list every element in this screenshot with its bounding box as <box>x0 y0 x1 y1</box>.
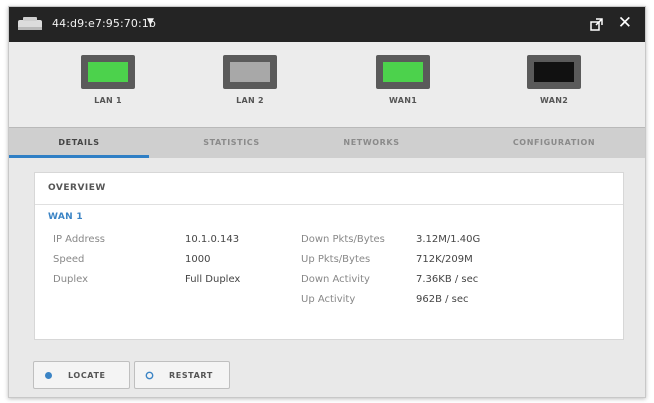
wan1-section-title: WAN 1 <box>48 212 83 222</box>
up-activity-label: Up Activity <box>301 294 356 305</box>
tab-details[interactable]: DETAILS <box>9 128 149 158</box>
duplex-label: Duplex <box>53 274 89 285</box>
port-status-panel: LAN 1 LAN 2 WAN1 WAN2 <box>9 42 645 127</box>
down-activity-value: 7.36KB / sec <box>416 274 479 285</box>
tab-configuration[interactable]: CONFIGURATION <box>479 128 629 158</box>
titlebar: 44:d9:e7:95:70:1b ▼ ✕ <box>9 7 645 42</box>
port-wan2-indicator <box>527 55 581 89</box>
port-lan2-indicator <box>223 55 277 89</box>
port-led <box>230 62 270 82</box>
close-icon[interactable]: ✕ <box>618 15 632 32</box>
speed-label: Speed <box>53 254 85 265</box>
port-lan1-indicator <box>81 55 135 89</box>
port-wan2[interactable]: WAN2 <box>499 55 609 105</box>
speed-value: 1000 <box>185 254 211 265</box>
overview-heading: OVERVIEW <box>35 173 623 205</box>
port-lan2[interactable]: LAN 2 <box>195 55 305 105</box>
ip-address-label: IP Address <box>53 234 105 245</box>
restart-button-label: RESTART <box>169 371 213 380</box>
down-pkts-bytes-label: Down Pkts/Bytes <box>301 234 385 245</box>
device-properties-window: 44:d9:e7:95:70:1b ▼ ✕ LAN 1 LAN 2 WAN1 W… <box>8 6 646 398</box>
device-dropdown-chevron-icon[interactable]: ▼ <box>147 17 154 27</box>
details-content: OVERVIEW WAN 1 IP Address 10.1.0.143 Spe… <box>9 158 645 397</box>
ip-address-value: 10.1.0.143 <box>185 234 240 245</box>
port-label: LAN 1 <box>94 96 122 105</box>
up-pkts-bytes-value: 712K/209M <box>416 254 473 265</box>
router-device-icon <box>18 17 42 30</box>
port-led <box>88 62 128 82</box>
down-pkts-bytes-value: 3.12M/1.40G <box>416 234 481 245</box>
port-lan1[interactable]: LAN 1 <box>53 55 163 105</box>
tab-statistics[interactable]: STATISTICS <box>169 128 294 158</box>
port-wan1-indicator <box>376 55 430 89</box>
port-label: LAN 2 <box>236 96 264 105</box>
port-led <box>534 62 574 82</box>
device-mac-title[interactable]: 44:d9:e7:95:70:1b <box>52 17 156 30</box>
port-label: WAN2 <box>539 96 569 105</box>
restart-button[interactable]: RESTART <box>134 361 230 389</box>
overview-card: OVERVIEW WAN 1 IP Address 10.1.0.143 Spe… <box>34 172 624 340</box>
locate-button[interactable]: LOCATE <box>33 361 130 389</box>
up-activity-value: 962B / sec <box>416 294 469 305</box>
port-led <box>383 62 423 82</box>
up-pkts-bytes-label: Up Pkts/Bytes <box>301 254 371 265</box>
port-wan1[interactable]: WAN1 <box>348 55 458 105</box>
tab-bar: DETAILS STATISTICS NETWORKS CONFIGURATIO… <box>9 127 645 158</box>
tab-networks[interactable]: NETWORKS <box>309 128 434 158</box>
down-activity-label: Down Activity <box>301 274 370 285</box>
port-label: WAN1 <box>388 96 418 105</box>
restart-icon <box>145 371 154 380</box>
duplex-value: Full Duplex <box>185 274 241 285</box>
locate-button-label: LOCATE <box>68 371 106 380</box>
popout-icon[interactable] <box>590 18 603 31</box>
locate-pin-icon <box>45 372 52 379</box>
